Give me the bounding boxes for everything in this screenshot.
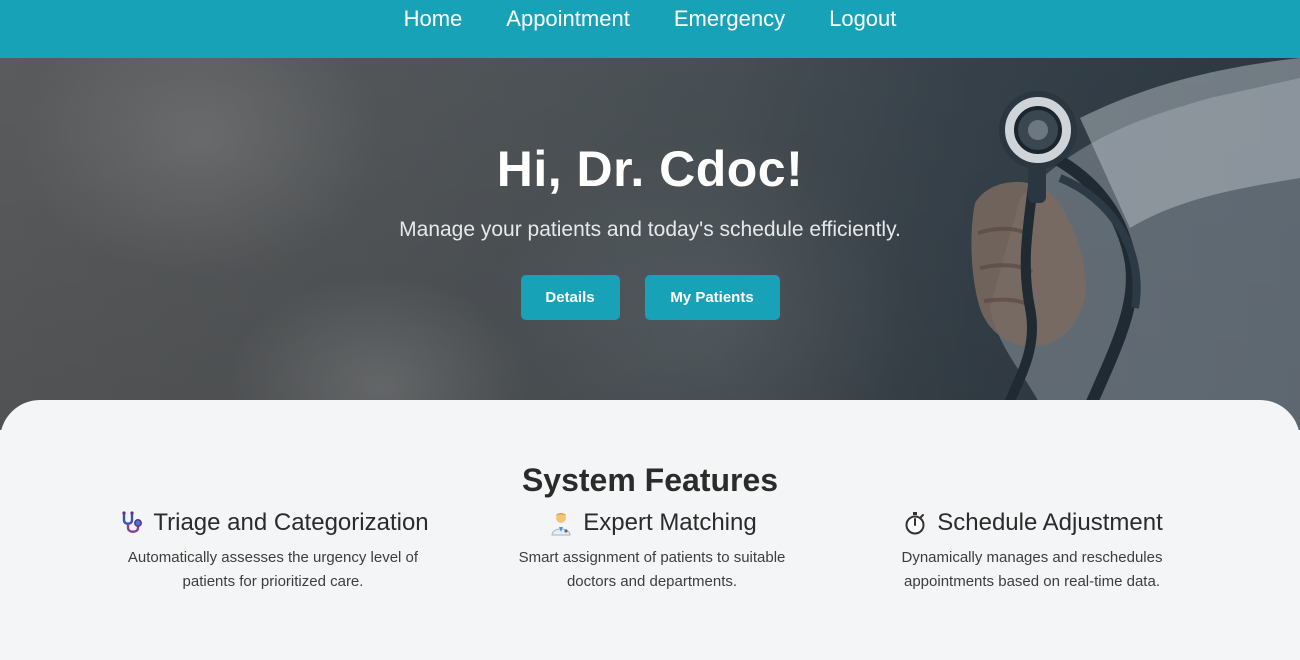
nav-link-logout[interactable]: Logout xyxy=(807,0,918,32)
feature-description: Smart assignment of patients to suitable… xyxy=(518,549,786,590)
details-button[interactable]: Details xyxy=(520,275,620,320)
stethoscope-icon xyxy=(117,509,145,537)
nav-link-home[interactable]: Home xyxy=(382,0,485,32)
hero-subtitle: Manage your patients and today's schedul… xyxy=(399,218,901,241)
stopwatch-icon xyxy=(901,509,929,537)
feature-description: Automatically assesses the urgency level… xyxy=(127,549,419,590)
nav-link-emergency[interactable]: Emergency xyxy=(652,0,807,32)
features-title: System Features xyxy=(521,462,779,498)
hero-banner: Hi, Dr. Cdoc! Manage your patients and t… xyxy=(0,58,1300,430)
feature-title: Expert Matching xyxy=(583,509,757,536)
hero-title: Hi, Dr. Cdoc! xyxy=(496,141,804,197)
hero-button-group: Details My Patients xyxy=(0,275,1300,320)
feature-heading: Triage and Categorization xyxy=(93,508,453,538)
feature-title: Triage and Categorization xyxy=(153,509,429,536)
feature-card-expert-matching: Expert Matching Smart assignment of pati… xyxy=(472,508,832,594)
feature-heading: Schedule Adjustment xyxy=(852,508,1212,538)
feature-heading: Expert Matching xyxy=(472,508,832,538)
hero-content: Hi, Dr. Cdoc! Manage your patients and t… xyxy=(0,58,1300,430)
doctor-icon xyxy=(547,509,575,537)
features-section: System Features Triage and Categorizatio… xyxy=(0,400,1300,660)
feature-card-schedule-adjustment: Schedule Adjustment Dynamically manages … xyxy=(852,508,1212,594)
top-navbar: Home Appointment Emergency Logout xyxy=(0,0,1300,58)
feature-title: Schedule Adjustment xyxy=(937,509,1163,536)
nav-link-appointment[interactable]: Appointment xyxy=(484,0,652,32)
my-patients-button[interactable]: My Patients xyxy=(644,275,780,320)
feature-description: Dynamically manages and reschedules appo… xyxy=(901,549,1163,590)
feature-card-triage: Triage and Categorization Automatically … xyxy=(93,508,453,594)
